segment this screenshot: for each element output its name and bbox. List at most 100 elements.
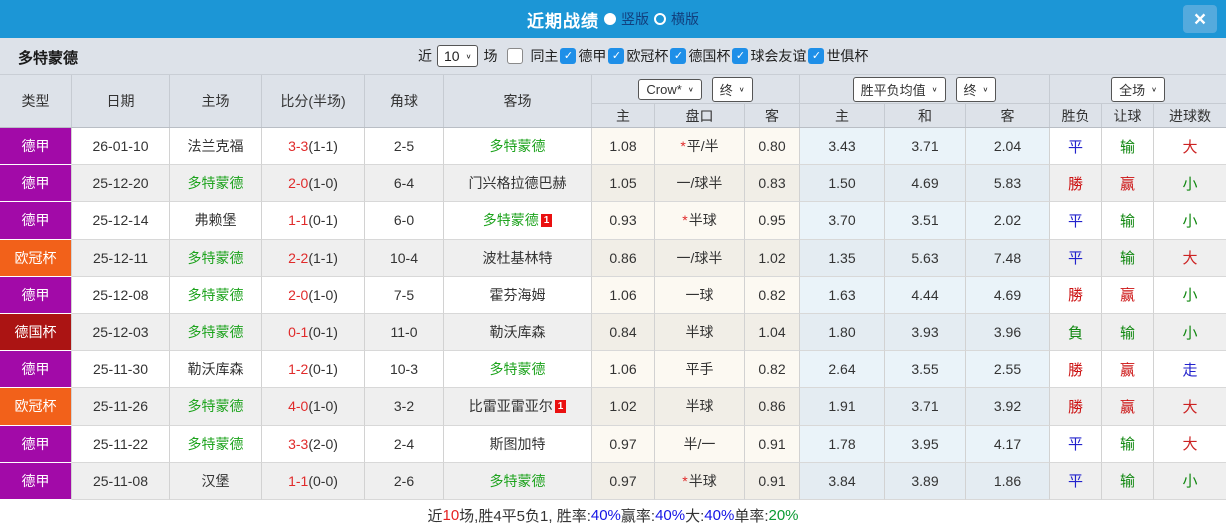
score-cell: 1-1 (0-0) [262,462,365,500]
bookmaker-select[interactable]: Crow* ∨ [638,78,702,100]
corner-cell: 10-4 [365,239,444,277]
summary-segment: 40% [590,507,621,525]
result-wdl-cell: 平 [1050,425,1102,463]
bookmaker-select-value: Crow* [646,81,682,97]
header-avg-home: 主 [800,103,885,127]
league-type-cell: 德甲 [0,165,72,203]
score-cell: 1-2 (0-1) [262,351,365,389]
average-odds-select[interactable]: 胜平负均值 ∨ [852,76,946,102]
result-handicap-cell: 赢 [1102,276,1154,314]
team-name: 多特蒙德 [482,212,539,229]
handicap-cell: 半球 [655,388,745,426]
corner-cell: 2-5 [365,128,444,166]
away-team-cell: 斯图加特 [444,425,592,463]
result-goals-cell: 小 [1154,313,1226,352]
date-cell: 25-11-08 [72,462,170,500]
league-type-cell: 德甲 [0,128,72,166]
table-row: 德甲 25-12-14 弗赖堡 1-1 (0-1) 6-0 多特蒙德 1 0.93 * 半球 0.95… [0,202,1226,240]
avg-home-odds-cell: 1.35 [800,239,885,277]
layout-option-horizontal[interactable]: 横版 [654,9,699,29]
result-handicap-cell: 赢 [1102,388,1154,426]
competition-checkbox-1[interactable]: ✓ 欧冠杯 [608,46,668,66]
result-handicap-cell: 输 [1102,239,1154,277]
competition-checkbox-3[interactable]: ✓ 球会友谊 [732,46,806,66]
away-team-cell: 比雷亚雷亚尔 1 [444,388,592,426]
score-cell: 2-0 (1-0) [262,165,365,203]
average-period-select[interactable]: 终 ∨ [955,76,997,102]
date-cell: 25-11-22 [72,425,170,463]
red-card-badge: 1 [554,399,567,413]
full-score: 2-0 [288,286,309,303]
away-team-cell: 波杜基林特 [444,239,592,277]
team-name: 多特蒙德 [187,435,244,452]
date-cell: 25-12-11 [72,239,170,277]
crown-away-odds-cell: 1.04 [745,313,800,352]
home-team-cell: 多特蒙德 [170,313,262,352]
team-name: 弗赖堡 [194,212,237,229]
table-row: 德甲 25-11-08 汉堡 1-1 (0-0) 2-6 多特蒙德 0.97 * 半球 0.91 3.… [0,462,1226,500]
close-button[interactable]: × [1183,5,1217,33]
competition-checkbox-2[interactable]: ✓ 德国杯 [670,46,730,66]
full-score: 4-0 [288,398,309,415]
team-name: 多特蒙德 [187,249,244,266]
score-cell: 2-0 (1-0) [262,276,365,314]
corner-cell: 3-2 [365,388,444,426]
result-handicap-cell: 输 [1102,128,1154,166]
home-team-cell: 法兰克福 [170,128,262,166]
crown-away-odds-cell: 0.95 [745,202,800,240]
same-home-checkbox[interactable] [507,48,524,64]
team-name: 汉堡 [201,472,230,489]
avg-home-odds-cell: 1.91 [800,388,885,426]
handicap-cell: 一球 [655,276,745,314]
header-avg-away: 客 [966,103,1050,127]
away-team-cell: 多特蒙德 [444,351,592,389]
summary-segment: 40% [655,507,686,525]
layout-option-vertical[interactable]: 竖版 [604,9,649,29]
handicap-text: 一/球半 [676,175,723,192]
result-goals-cell: 大 [1154,128,1226,166]
avg-draw-odds-cell: 3.95 [885,425,966,463]
checkbox-checked-icon: ✓ [608,48,625,64]
full-score: 2-0 [288,175,309,192]
handicap-text: 半球 [688,472,717,489]
corner-cell: 6-0 [365,202,444,240]
team-name: 多特蒙德 [187,175,244,192]
league-type-cell: 德甲 [0,276,72,314]
crown-home-odds-cell: 0.84 [592,313,655,352]
crown-away-odds-cell: 0.83 [745,165,800,203]
header-wdl: 胜负 [1050,103,1102,127]
table-row: 德甲 26-01-10 法兰克福 3-3 (1-1) 2-5 多特蒙德 1.08 * 平/半 0.8… [0,128,1226,166]
layout-horizontal-label: 横版 [671,11,699,27]
avg-away-odds-cell: 7.48 [966,239,1050,277]
result-wdl-cell: 勝 [1050,165,1102,203]
avg-draw-odds-cell: 3.93 [885,313,966,352]
league-type-cell: 欧冠杯 [0,239,72,277]
crown-home-odds-cell: 0.86 [592,239,655,277]
recent-results-panel: 近期战绩 竖版 横版 × 多特蒙德 近 10 ∨ 场 同主 ✓ 德甲 ✓ 欧冠杯… [0,0,1226,532]
filter-controls: 近 10 ∨ 场 同主 ✓ 德甲 ✓ 欧冠杯 ✓ 德国杯 ✓ 球会友谊 ✓ 世俱… [418,38,868,74]
team-name: 勒沃库森 [489,324,546,341]
avg-home-odds-cell: 1.78 [800,425,885,463]
same-home-label: 同主 [530,48,559,64]
avg-home-odds-cell: 1.63 [800,276,885,314]
crown-away-odds-cell: 0.80 [745,128,800,166]
red-card-badge: 1 [540,213,553,227]
crown-home-odds-cell: 1.08 [592,128,655,166]
avg-away-odds-cell: 2.02 [966,202,1050,240]
team-name: 比雷亚雷亚尔 [468,398,553,415]
competition-checkbox-0[interactable]: ✓ 德甲 [560,46,606,66]
score-cell: 0-1 (0-1) [262,313,365,352]
half-score: (0-1) [308,212,338,229]
bookmaker-period-select[interactable]: 终 ∨ [711,76,753,102]
recent-count-select[interactable]: 10 ∨ [437,45,479,67]
score-cell: 1-1 (0-1) [262,202,365,240]
result-wdl-cell: 負 [1050,313,1102,352]
full-score: 2-2 [288,249,309,266]
team-name: 多特蒙德 [489,361,546,378]
date-cell: 25-12-08 [72,276,170,314]
competition-checkbox-4[interactable]: ✓ 世俱杯 [808,46,868,66]
handicap-cell: * 半球 [655,202,745,240]
league-type-cell: 欧冠杯 [0,388,72,426]
match-scope-select[interactable]: 全场 ∨ [1111,76,1165,102]
home-team-cell: 多特蒙德 [170,388,262,426]
